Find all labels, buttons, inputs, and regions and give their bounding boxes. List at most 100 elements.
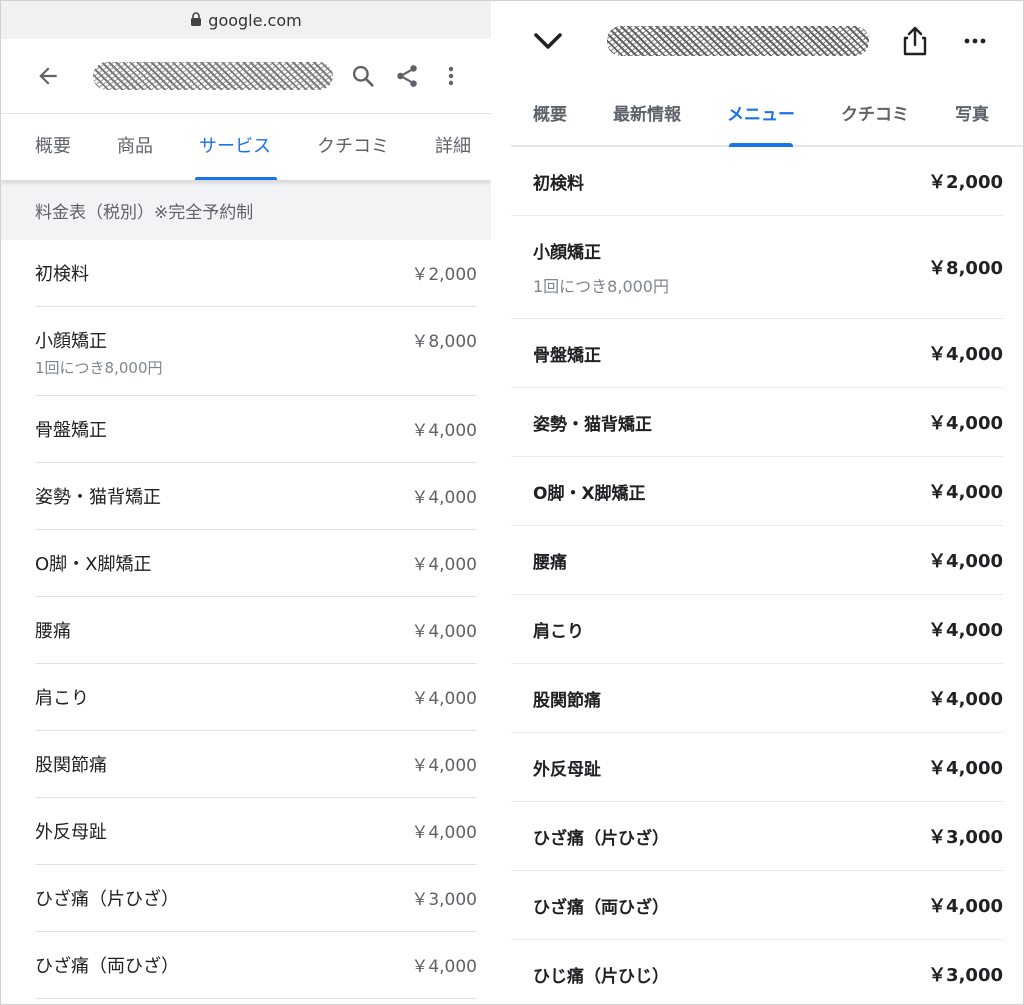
item-name: O脚・X脚矯正 xyxy=(35,554,152,575)
item-name: 骨盤矯正 xyxy=(35,420,107,441)
list-item[interactable]: 初検料 ￥2,000 xyxy=(511,147,1003,216)
right-tab-bar: 概要 最新情報 メニュー クチコミ 写真 xyxy=(511,81,1023,147)
list-item[interactable]: ひざ痛（片ひざ） ￥3,000 xyxy=(511,802,1003,871)
item-name: 初検料 xyxy=(533,173,584,194)
list-item[interactable]: ひざ痛（両ひざ） ￥4,000 xyxy=(511,871,1003,940)
right-price-list: 初検料 ￥2,000 小顔矯正 1回につき8,000円 ￥8,000 骨盤矯正 … xyxy=(511,147,1023,1004)
list-item[interactable]: 初検料 ￥2,000 xyxy=(35,240,477,307)
item-description: 1回につき8,000円 xyxy=(35,359,163,377)
item-price: ￥4,000 xyxy=(411,823,477,843)
item-description: 1回につき8,000円 xyxy=(533,276,669,296)
left-app-header xyxy=(1,39,491,114)
item-price: ￥4,000 xyxy=(411,689,477,709)
tab-photos[interactable]: 写真 xyxy=(955,100,989,145)
redacted-business-name xyxy=(607,26,869,56)
item-price: ￥4,000 xyxy=(411,957,477,977)
item-name: 小顔矯正 xyxy=(35,331,107,352)
item-price: ￥4,000 xyxy=(411,622,477,642)
item-name: ひじ痛（片ひじ） xyxy=(533,966,669,987)
item-name: 腰痛 xyxy=(533,552,567,573)
item-price: ￥4,000 xyxy=(411,421,477,441)
item-name: 骨盤矯正 xyxy=(533,345,601,366)
item-price: ￥4,000 xyxy=(928,551,1003,572)
item-price: ￥3,000 xyxy=(928,965,1003,986)
list-item[interactable]: 腰痛 ￥4,000 xyxy=(35,597,477,664)
item-name: ひざ痛（片ひざ） xyxy=(35,889,179,910)
item-name: 初検料 xyxy=(35,264,89,285)
url-bar[interactable]: google.com xyxy=(1,1,491,39)
item-name: ひざ痛（片ひざ） xyxy=(533,828,669,849)
list-item[interactable]: ひざ痛（両ひざ） ￥4,000 xyxy=(35,932,477,999)
tab-menu[interactable]: メニュー xyxy=(727,100,795,147)
more-vert-icon[interactable] xyxy=(429,64,473,88)
price-list-section-title: 料金表（税別）※完全予約制 xyxy=(1,180,491,240)
tab-details[interactable]: 詳細 xyxy=(435,132,471,180)
item-price: ￥3,000 xyxy=(411,890,477,910)
list-item[interactable]: 小顔矯正 1回につき8,000円 ￥8,000 xyxy=(35,307,477,396)
list-item[interactable]: 腰痛 ￥4,000 xyxy=(511,526,1003,595)
tab-reviews[interactable]: クチコミ xyxy=(317,132,389,180)
item-price: ￥4,000 xyxy=(928,689,1003,710)
item-name: 股関節痛 xyxy=(533,690,601,711)
share-icon[interactable] xyxy=(385,63,429,89)
item-price: ￥8,000 xyxy=(928,258,1003,279)
item-price: ￥4,000 xyxy=(928,482,1003,503)
list-item[interactable]: 外反母趾 ￥4,000 xyxy=(511,733,1003,802)
item-price: ￥8,000 xyxy=(411,332,477,352)
list-item[interactable]: 小顔矯正 1回につき8,000円 ￥8,000 xyxy=(511,216,1003,319)
panel-divider xyxy=(491,1,511,1004)
tab-products[interactable]: 商品 xyxy=(117,132,153,180)
list-item[interactable]: 股関節痛 ￥4,000 xyxy=(35,731,477,798)
right-panel-app: 概要 最新情報 メニュー クチコミ 写真 初検料 ￥2,000 小顔矯正 1回に… xyxy=(511,1,1023,1004)
item-price: ￥4,000 xyxy=(411,488,477,508)
tab-overview[interactable]: 概要 xyxy=(35,132,71,180)
item-name: 外反母趾 xyxy=(35,822,107,843)
item-price: ￥4,000 xyxy=(928,896,1003,917)
screenshot-frame: google.com 概要 商品 サービス クチコミ 詳細 料金表（税別）※完全… xyxy=(0,0,1024,1005)
list-item[interactable]: 肩こり ￥4,000 xyxy=(511,595,1003,664)
list-item[interactable]: 股関節痛 ￥4,000 xyxy=(511,664,1003,733)
item-name: ひざ痛（両ひざ） xyxy=(35,956,179,977)
tab-updates[interactable]: 最新情報 xyxy=(613,100,681,145)
tab-overview[interactable]: 概要 xyxy=(533,100,567,145)
item-name: 小顔矯正 xyxy=(533,242,601,263)
search-icon[interactable] xyxy=(341,63,385,89)
list-item[interactable]: 外反母趾 ￥4,000 xyxy=(35,798,477,865)
item-name: ひざ痛（両ひざ） xyxy=(533,897,669,918)
list-item[interactable]: O脚・X脚矯正 ￥4,000 xyxy=(511,457,1003,526)
share-upload-icon[interactable] xyxy=(885,26,945,56)
item-price: ￥4,000 xyxy=(928,344,1003,365)
item-price: ￥4,000 xyxy=(411,555,477,575)
list-item[interactable]: 肩こり ￥4,000 xyxy=(35,664,477,731)
list-item[interactable]: 骨盤矯正 ￥4,000 xyxy=(35,396,477,463)
item-price: ￥3,000 xyxy=(928,827,1003,848)
item-name: 姿勢・猫背矯正 xyxy=(533,414,652,435)
item-price: ￥4,000 xyxy=(928,758,1003,779)
more-horiz-icon[interactable] xyxy=(945,37,1005,45)
item-name: 腰痛 xyxy=(35,621,71,642)
chevron-down-icon[interactable] xyxy=(533,31,573,51)
list-item[interactable]: O脚・X脚矯正 ￥4,000 xyxy=(35,530,477,597)
list-item[interactable]: 姿勢・猫背矯正 ￥4,000 xyxy=(35,463,477,530)
item-price: ￥2,000 xyxy=(411,265,477,285)
item-name: 肩こり xyxy=(35,688,89,709)
list-item[interactable]: 骨盤矯正 ￥4,000 xyxy=(511,319,1003,388)
left-panel-browser: google.com 概要 商品 サービス クチコミ 詳細 料金表（税別）※完全… xyxy=(1,1,491,1004)
item-price: ￥2,000 xyxy=(928,172,1003,193)
item-name: 姿勢・猫背矯正 xyxy=(35,487,161,508)
lock-icon xyxy=(190,11,202,30)
tab-reviews[interactable]: クチコミ xyxy=(841,100,909,145)
list-item[interactable]: ひざ痛（片ひざ） ￥3,000 xyxy=(35,865,477,932)
left-tab-bar: 概要 商品 サービス クチコミ 詳細 xyxy=(1,114,491,180)
list-item[interactable]: ひじ痛（片ひじ） ￥3,000 xyxy=(511,940,1003,1004)
arrow-back-icon[interactable] xyxy=(35,63,75,89)
tab-services[interactable]: サービス xyxy=(195,132,277,180)
item-name: O脚・X脚矯正 xyxy=(533,483,646,504)
redacted-business-name xyxy=(93,62,333,90)
list-item[interactable]: 姿勢・猫背矯正 ￥4,000 xyxy=(511,388,1003,457)
item-price: ￥4,000 xyxy=(928,413,1003,434)
item-name: 外反母趾 xyxy=(533,759,601,780)
item-name: 肩こり xyxy=(533,621,584,642)
item-name: 股関節痛 xyxy=(35,755,107,776)
item-price: ￥4,000 xyxy=(928,620,1003,641)
